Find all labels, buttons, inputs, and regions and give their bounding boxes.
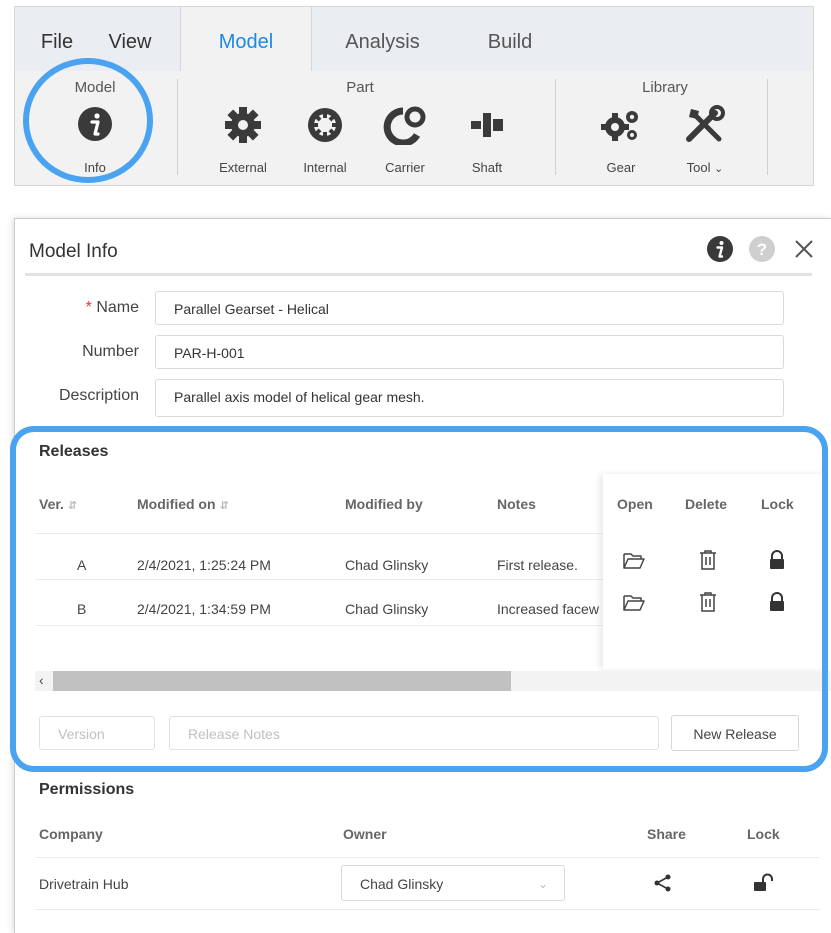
- carrier-button[interactable]: Carrier: [365, 105, 445, 183]
- info-icon[interactable]: [706, 235, 734, 263]
- chevron-down-icon: ⌄: [537, 877, 548, 891]
- release-row-b-date: 2/4/2021, 1:34:59 PM: [137, 601, 271, 617]
- carrier-label: Carrier: [385, 160, 425, 175]
- column-header-notes: Notes: [497, 496, 536, 512]
- column-header-open: Open: [617, 496, 653, 512]
- group-label-part: Part: [346, 79, 374, 96]
- ribbon: File View Model Analysis Build Model Par…: [14, 6, 814, 186]
- model-info-dialog: Model Info ? * Name Parallel Gearset - H…: [14, 218, 831, 933]
- release-row-b-author: Chad Glinsky: [345, 601, 429, 617]
- lock-icon[interactable]: [769, 550, 785, 570]
- internal-gear-icon: [308, 108, 342, 142]
- ribbon-tab-bar: File View Model Analysis Build: [15, 7, 813, 71]
- name-field[interactable]: Parallel Gearset - Helical: [155, 291, 784, 325]
- external-gear-icon: [225, 107, 261, 143]
- permission-company: Drivetrain Hub: [39, 876, 129, 892]
- group-divider: [177, 79, 178, 175]
- column-header-version[interactable]: Ver. ⇵: [39, 496, 77, 512]
- gear-library-icon: [601, 111, 638, 141]
- row-divider: [35, 909, 820, 910]
- column-header-lock: Lock: [761, 496, 794, 512]
- tab-model[interactable]: Model: [180, 7, 312, 71]
- description-field[interactable]: Parallel axis model of helical gear mesh…: [155, 379, 784, 417]
- tools-icon: [686, 105, 725, 142]
- column-header-modified-on-label: Modified on: [137, 496, 216, 512]
- help-icon[interactable]: ?: [748, 235, 776, 263]
- column-header-version-label: Ver.: [39, 496, 64, 512]
- svg-text:?: ?: [757, 240, 767, 259]
- lock-icon[interactable]: [769, 592, 785, 612]
- internal-gear-button[interactable]: Internal: [285, 105, 365, 183]
- column-header-modified-by: Modified by: [345, 496, 423, 512]
- release-notes-input[interactable]: Release Notes: [169, 716, 659, 750]
- number-label: Number: [82, 343, 139, 360]
- release-row-b-ver: B: [77, 601, 87, 617]
- internal-gear-label: Internal: [303, 160, 347, 175]
- info-button[interactable]: Info: [55, 105, 135, 183]
- dialog-title: Model Info: [29, 241, 118, 262]
- name-label: * Name: [27, 299, 139, 317]
- releases-horizontal-scrollbar[interactable]: ‹ ›: [35, 671, 831, 691]
- permissions-title: Permissions: [39, 781, 135, 798]
- release-row-a-notes: First release.: [497, 557, 578, 573]
- scrollbar-thumb[interactable]: [53, 671, 511, 691]
- column-header-share: Share: [647, 826, 686, 842]
- gear-library-button[interactable]: Gear: [581, 105, 661, 183]
- shaft-label: Shaft: [471, 160, 503, 175]
- group-label-model: Model: [74, 79, 116, 96]
- required-mark: *: [85, 299, 92, 316]
- open-folder-icon[interactable]: [623, 552, 645, 570]
- tool-label-text: Tool: [686, 160, 711, 175]
- carrier-icon: [383, 106, 426, 145]
- close-icon[interactable]: [792, 237, 816, 261]
- sort-icon: ⇵: [67, 500, 78, 512]
- release-row-a-date: 2/4/2021, 1:25:24 PM: [137, 557, 271, 573]
- row-divider: [35, 857, 820, 858]
- gear-library-label: Gear: [606, 160, 636, 175]
- tab-analysis[interactable]: Analysis: [315, 7, 450, 71]
- external-gear-label: External: [219, 160, 267, 175]
- column-header-delete: Delete: [685, 496, 728, 512]
- group-divider: [555, 79, 556, 175]
- tab-view[interactable]: View: [95, 7, 165, 71]
- releases-fixed-columns: Open Delete Lock: [603, 474, 831, 669]
- tool-library-label: Tool ⌄: [665, 160, 745, 175]
- group-divider: [767, 79, 768, 175]
- external-gear-button[interactable]: External: [203, 105, 283, 183]
- sort-icon: ⇵: [219, 500, 229, 512]
- owner-select-value: Chad Glinsky: [360, 876, 444, 892]
- unlock-icon[interactable]: [753, 873, 775, 893]
- column-header-permission-lock: Lock: [747, 826, 780, 842]
- scroll-left-icon[interactable]: ‹: [39, 672, 44, 688]
- owner-select[interactable]: Chad Glinsky ⌄: [341, 865, 565, 901]
- scroll-right-icon[interactable]: ›: [821, 672, 826, 688]
- group-label-library: Library: [642, 79, 688, 96]
- new-release-button[interactable]: New Release: [671, 715, 799, 751]
- info-button-label: Info: [84, 160, 106, 175]
- release-row-a-author: Chad Glinsky: [345, 557, 429, 573]
- chevron-down-icon: ⌄: [714, 163, 724, 175]
- dialog-title-divider: [25, 273, 812, 276]
- name-label-text: Name: [96, 299, 139, 316]
- shaft-button[interactable]: Shaft: [447, 105, 527, 183]
- info-icon: [78, 107, 112, 141]
- release-row-a-ver: A: [77, 557, 87, 573]
- column-header-modified-on[interactable]: Modified on ⇵: [137, 496, 229, 512]
- version-input[interactable]: Version: [39, 716, 155, 750]
- description-label: Description: [58, 387, 139, 404]
- share-icon[interactable]: [653, 873, 673, 893]
- shaft-icon: [471, 113, 503, 137]
- trash-icon[interactable]: [699, 592, 717, 612]
- tool-library-button[interactable]: Tool ⌄: [665, 105, 745, 183]
- release-row-b-notes: Increased facew: [497, 601, 599, 617]
- column-header-owner: Owner: [343, 826, 387, 842]
- tab-build[interactable]: Build: [455, 7, 565, 71]
- column-header-company: Company: [39, 826, 103, 842]
- tab-file[interactable]: File: [27, 7, 87, 71]
- number-field[interactable]: PAR-H-001: [155, 335, 784, 369]
- open-folder-icon[interactable]: [623, 594, 645, 612]
- releases-title: Releases: [39, 443, 109, 460]
- trash-icon[interactable]: [699, 550, 717, 570]
